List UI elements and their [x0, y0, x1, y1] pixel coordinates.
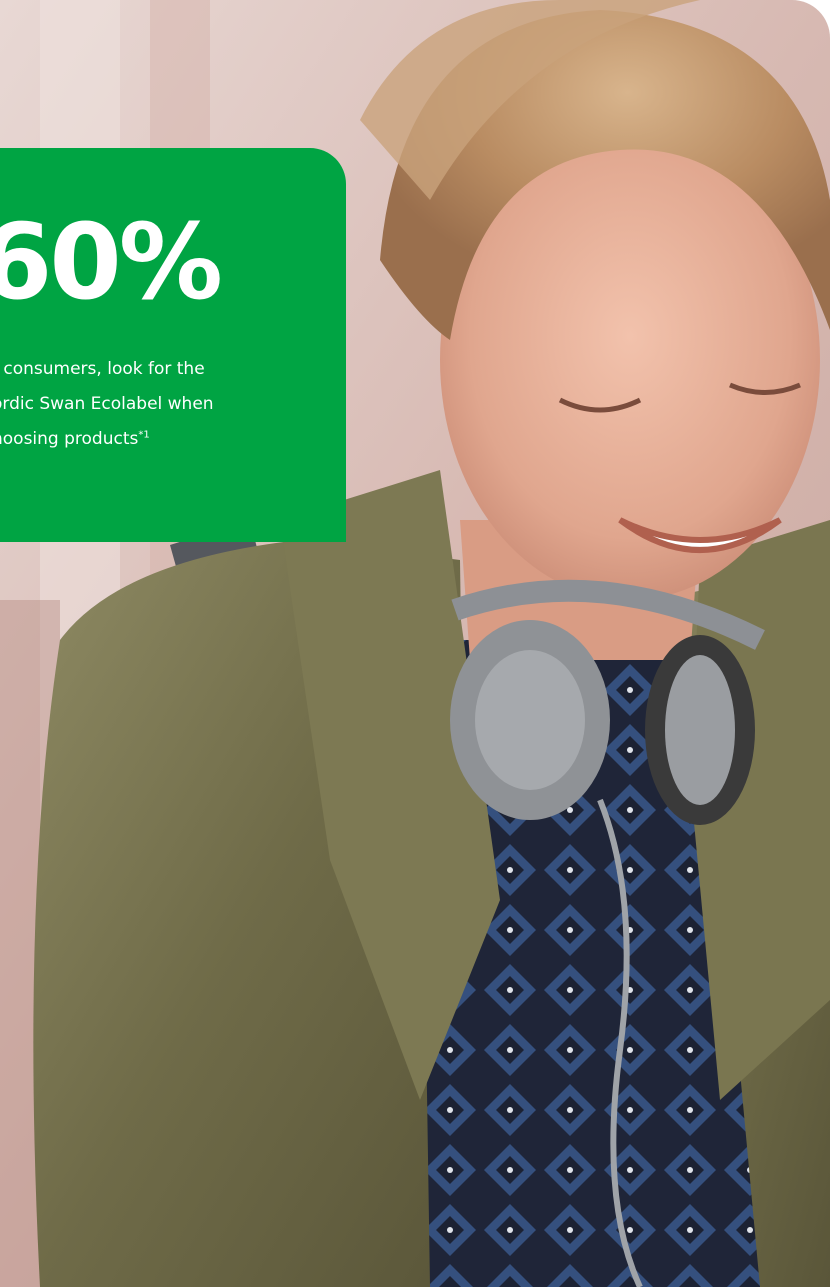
- stat-value: 60%: [0, 201, 223, 323]
- footnote-marker: *1: [138, 429, 150, 441]
- stat-text-line-2: ordic Swan Ecolabel when: [0, 394, 214, 414]
- stat-text-line-1: f consumers, look for the: [0, 359, 205, 379]
- page: 60% f consumers, look for the ordic Swan…: [0, 0, 830, 1287]
- stat-text-line-3: hoosing products: [0, 429, 139, 449]
- stat-description: f consumers, look for the ordic Swan Eco…: [0, 352, 292, 457]
- stat-card: 60% f consumers, look for the ordic Swan…: [0, 148, 346, 542]
